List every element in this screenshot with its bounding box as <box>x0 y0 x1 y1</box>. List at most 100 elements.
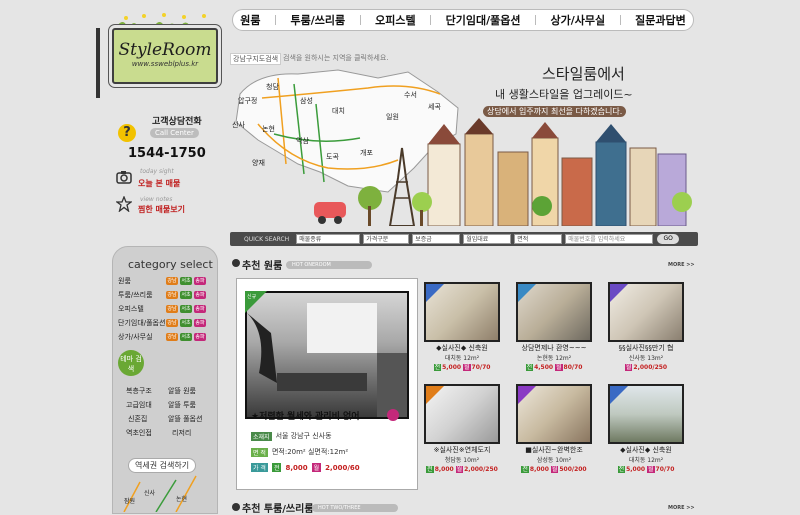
top-nav: 원룸 투룸/쓰리룸 오피스텔 단기임대/풀옵션 상가/사무실 질문과답변 <box>232 9 694 31</box>
section-title-tworoom: 추천 투룸/쓰리룸 <box>242 504 314 515</box>
map-district[interactable]: 역삼 <box>296 136 309 146</box>
listing-title[interactable]: 상담면제나 환영~~~ <box>516 343 592 353</box>
station-search-button[interactable]: 역세권 검색하기 <box>128 458 197 473</box>
location-tag: 소재지 <box>251 431 272 441</box>
listing-title[interactable]: ◆실사진◆ 신축원 <box>608 445 684 455</box>
price-type-select[interactable]: 가격구분 <box>363 234 410 244</box>
call-center-badge: Call Center <box>150 128 199 138</box>
subway-line-graphic <box>123 475 197 512</box>
listing-title[interactable]: ■실사진~완벽한조 <box>516 445 592 455</box>
nav-divider <box>275 15 276 25</box>
section-title-oneroom: 추천 원룸 <box>242 261 283 272</box>
chip-songpa[interactable]: 송파 <box>194 291 206 299</box>
ribbon-icon <box>610 386 628 404</box>
category-row[interactable]: 단기임대/풀옵션 강남 서초 송파 <box>118 318 214 328</box>
chip-seocho[interactable]: 서초 <box>180 305 192 313</box>
map-district[interactable]: 압구정 <box>238 96 257 106</box>
area-tag: 면 적 <box>251 447 268 457</box>
category-label: 원룸 <box>118 277 131 285</box>
theme-item[interactable]: 역초인접 <box>126 428 152 438</box>
listing-sub: 삼성동 10m² <box>536 457 572 464</box>
listing-title[interactable]: ◆실사진◆ 신축원 <box>424 343 500 353</box>
chip-gangnam[interactable]: 강남 <box>166 333 178 341</box>
featured-price-row: 가 격 전 8,000 월 2,000/60 <box>251 463 360 472</box>
map-district[interactable]: 논현 <box>262 124 275 134</box>
chip-gangnam[interactable]: 강남 <box>166 291 178 299</box>
property-type-select[interactable]: 매물종류 <box>296 234 361 244</box>
listing-price: 전 8,000 월 500/200 <box>521 466 587 473</box>
nav-divider <box>359 15 361 25</box>
map-district[interactable]: 대치 <box>332 106 345 116</box>
station-label[interactable]: 논현 <box>176 494 187 503</box>
map-district[interactable]: 청담 <box>266 82 279 92</box>
chip-gangnam[interactable]: 강남 <box>166 277 178 285</box>
price-chip: 전 <box>271 463 282 472</box>
question-icon: ? <box>118 124 136 142</box>
price-tag: 가 격 <box>251 463 268 472</box>
map-district[interactable]: 신사 <box>232 120 245 130</box>
quick-search-label: QUICK SEARCH <box>244 235 290 243</box>
theme-item[interactable]: 알뜰 풀옵션 <box>168 414 202 424</box>
map-district[interactable]: 수서 <box>404 90 417 100</box>
nav-divider <box>619 15 621 25</box>
featured-title[interactable]: ★저렴한 월세와 관리비 없어 <box>251 409 360 422</box>
theme-item[interactable]: 복층구조 <box>126 386 152 396</box>
listing-title[interactable]: §§실사진§§만기 협 <box>608 343 684 353</box>
featured-photo[interactable] <box>245 291 409 419</box>
listing-price-a: 5,000 <box>626 466 646 473</box>
category-row[interactable]: 투룸/쓰리룸 강남 서초 송파 <box>118 290 214 300</box>
chip-songpa[interactable]: 송파 <box>194 305 206 313</box>
monthly-rent-select[interactable]: 월임대료 <box>463 234 512 244</box>
listing-price-b: 70/70 <box>471 364 491 371</box>
station-label[interactable]: 신사 <box>144 488 155 497</box>
recently-viewed-link[interactable]: 오늘 본 매물 <box>138 178 180 189</box>
logo-title: StyleRoom <box>118 40 212 60</box>
category-row[interactable]: 오피스텔 강남 서초 송파 <box>118 304 214 314</box>
nav-officetel[interactable]: 오피스텔 <box>375 12 415 28</box>
featured-price-a: 8,000 <box>285 463 308 472</box>
chip-seocho[interactable]: 서초 <box>180 277 192 285</box>
search-go-button[interactable]: GO <box>657 234 680 244</box>
chip-songpa[interactable]: 송파 <box>194 333 206 341</box>
nav-divider <box>430 15 432 25</box>
map-district[interactable]: 삼성 <box>300 96 313 106</box>
chip-songpa[interactable]: 송파 <box>194 277 206 285</box>
ribbon-icon <box>426 284 444 302</box>
nav-qna[interactable]: 질문과답변 <box>635 12 686 28</box>
listing-title[interactable]: ※실사진※연체도지 <box>424 445 500 455</box>
theme-item[interactable]: 리저리 <box>172 428 191 438</box>
area-select[interactable]: 면적 <box>514 234 563 244</box>
map-district[interactable]: 세곡 <box>428 102 441 112</box>
favorites-link[interactable]: 찜한 매물보기 <box>138 204 185 215</box>
listing-price-a: 5,000 <box>442 364 462 371</box>
deposit-select[interactable]: 보증금 <box>412 234 461 244</box>
listing-price-b: 80/70 <box>563 364 583 371</box>
listing-number-input[interactable]: 매물번호를 입력하세요 <box>565 234 654 244</box>
hero-brand: 스타일룸 <box>542 65 598 83</box>
nav-tworoom[interactable]: 투룸/쓰리룸 <box>291 12 346 28</box>
nav-commercial[interactable]: 상가/사무실 <box>550 12 605 28</box>
map-district[interactable]: 양재 <box>252 158 265 168</box>
listing-sub: 논현동 12m² <box>536 355 572 362</box>
theme-item[interactable]: 알뜰 원룸 <box>168 386 196 396</box>
city-illustration <box>314 118 692 226</box>
category-row[interactable]: 상가/사무실 강남 서초 송파 <box>118 332 214 342</box>
station-label[interactable]: 잠원 <box>124 496 135 505</box>
theme-item[interactable]: 신혼집 <box>128 414 147 424</box>
logo[interactable]: StyleRoom www.ssweblplus.kr <box>112 28 218 84</box>
chip-gangnam[interactable]: 강남 <box>166 305 178 313</box>
theme-item[interactable]: 알뜰 투룸 <box>168 400 196 410</box>
theme-item[interactable]: 고급임대 <box>126 400 152 410</box>
chip-seocho[interactable]: 서초 <box>180 319 192 327</box>
nav-short-term[interactable]: 단기임대/풀옵션 <box>446 12 521 28</box>
nav-oneroom[interactable]: 원룸 <box>240 12 260 28</box>
chip-songpa[interactable]: 송파 <box>194 319 206 327</box>
chip-seocho[interactable]: 서초 <box>180 291 192 299</box>
category-row[interactable]: 원룸 강남 서초 송파 <box>118 276 214 286</box>
listing-price: 전 5,000 월 70/70 <box>617 466 675 473</box>
more-link[interactable]: MORE >> <box>668 505 695 511</box>
chip-gangnam[interactable]: 강남 <box>166 319 178 327</box>
more-link[interactable]: MORE >> <box>668 262 695 268</box>
featured-listing[interactable]: 신규 ★저렴한 월세와 관리비 없어 소재지 서울 강남구 신사동 면 적 면적… <box>236 278 418 490</box>
chip-seocho[interactable]: 서초 <box>180 333 192 341</box>
